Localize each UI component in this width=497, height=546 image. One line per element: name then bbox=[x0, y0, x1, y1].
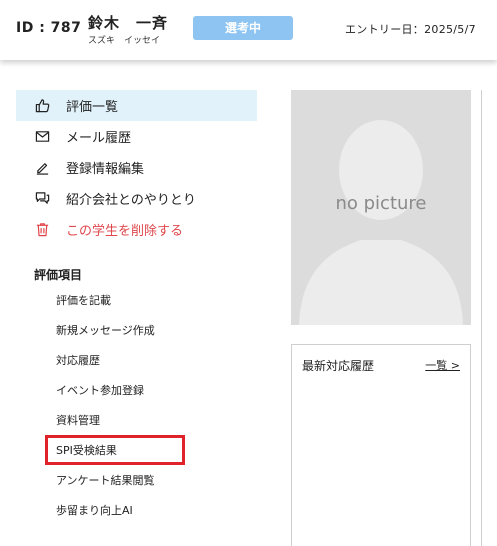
chat-bubbles-icon bbox=[34, 191, 50, 207]
evaluation-section-title: 評価項目 bbox=[34, 268, 83, 282]
submenu-event-registration[interactable]: イベント参加登録 bbox=[45, 375, 185, 405]
submenu-write-evaluation[interactable]: 評価を記載 bbox=[45, 285, 185, 315]
menu-item-evaluation-list[interactable]: 評価一覧 bbox=[16, 90, 257, 121]
menu-item-mail-history[interactable]: メール履歴 bbox=[16, 121, 257, 152]
thumbs-up-icon bbox=[34, 98, 50, 114]
menu-item-label: 紹介会社とのやりとり bbox=[66, 193, 196, 208]
submenu-document-management[interactable]: 資料管理 bbox=[45, 405, 185, 435]
student-id: ID : 787 bbox=[16, 20, 82, 36]
menu-item-label: メール履歴 bbox=[66, 131, 132, 146]
menu-item-edit-registration[interactable]: 登録情報編集 bbox=[16, 152, 257, 183]
student-name-kana: スズキ イッセイ bbox=[88, 36, 161, 46]
student-name: 鈴木 一斉 bbox=[88, 14, 169, 32]
history-list-link[interactable]: 一覧 > bbox=[425, 357, 460, 373]
evaluation-submenu: 評価を記載 新規メッセージ作成 対応履歴 イベント参加登録 資料管理 SPI受検… bbox=[45, 285, 185, 525]
profile-photo-placeholder: no picture bbox=[291, 90, 471, 325]
submenu-survey-results[interactable]: アンケート結果閲覧 bbox=[45, 465, 185, 495]
menu-item-label: この学生を削除する bbox=[66, 224, 184, 239]
menu-item-agency-communication[interactable]: 紹介会社とのやりとり bbox=[16, 183, 257, 214]
no-picture-label: no picture bbox=[335, 193, 427, 214]
submenu-new-message[interactable]: 新規メッセージ作成 bbox=[45, 315, 185, 345]
right-panel-edge bbox=[481, 90, 497, 546]
status-badge: 選考中 bbox=[193, 16, 293, 40]
submenu-correspondence-history[interactable]: 対応履歴 bbox=[45, 345, 185, 375]
menu-item-label: 評価一覧 bbox=[66, 100, 119, 115]
entry-date: エントリー日：2025/5/7 bbox=[345, 23, 476, 36]
submenu-yield-improvement-ai[interactable]: 歩留まり向上AI bbox=[45, 495, 185, 525]
submenu-spi-results[interactable]: SPI受検結果 bbox=[45, 435, 185, 465]
trash-icon bbox=[34, 222, 50, 238]
envelope-icon bbox=[34, 129, 50, 145]
sidebar-menu: 評価一覧 メール履歴 登録情報編集 紹介会社とのやりとり この学生を削除する bbox=[16, 90, 257, 245]
latest-history-panel: 最新対応履歴 一覧 > bbox=[291, 344, 471, 546]
header-bar: ID : 787 鈴木 一斉 スズキ イッセイ 選考中 エントリー日：2025/… bbox=[0, 0, 497, 60]
pencil-icon bbox=[34, 160, 50, 176]
history-title: 最新対応履歴 bbox=[302, 359, 375, 373]
menu-item-delete-student[interactable]: この学生を削除する bbox=[16, 214, 257, 245]
menu-item-label: 登録情報編集 bbox=[66, 162, 145, 177]
